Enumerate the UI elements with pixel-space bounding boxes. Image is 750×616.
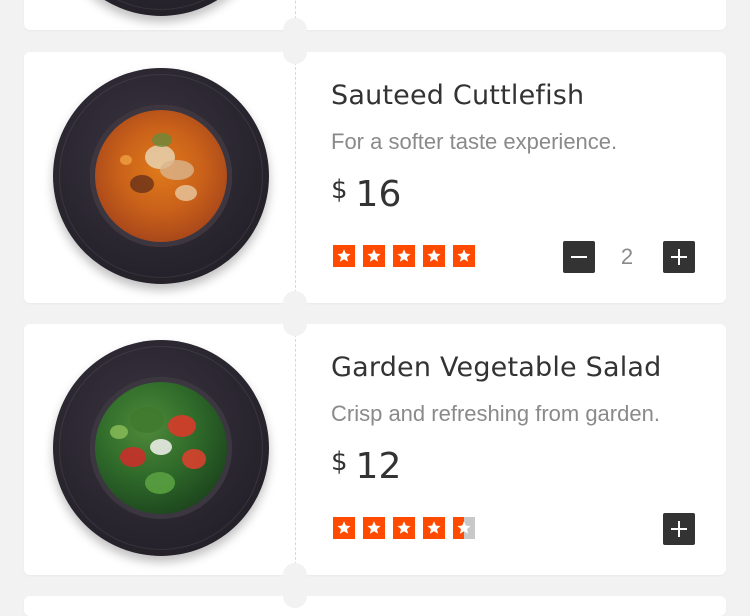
dish-image xyxy=(53,68,269,284)
star-icon xyxy=(393,517,415,539)
star-icon xyxy=(363,517,385,539)
add-to-cart-button[interactable] xyxy=(663,513,695,545)
dish-price: $16 xyxy=(331,174,401,215)
menu-item-card[interactable]: Garden Vegetable Salad Crisp and refresh… xyxy=(24,312,726,587)
dish-image xyxy=(53,340,269,556)
star-icon xyxy=(333,245,355,267)
card-notch xyxy=(283,18,307,42)
currency-symbol: $ xyxy=(331,447,348,477)
soup-bowl xyxy=(90,105,232,247)
minus-icon xyxy=(571,256,587,258)
star-icon xyxy=(333,517,355,539)
currency-symbol: $ xyxy=(331,175,348,205)
card-notch xyxy=(283,312,307,336)
star-icon xyxy=(453,245,475,267)
plus-icon xyxy=(671,521,687,537)
dish-image xyxy=(53,0,269,16)
star-icon xyxy=(453,517,475,539)
card-notch xyxy=(283,584,307,608)
menu-item-card[interactable]: Sauteed Cuttlefish For a softer taste ex… xyxy=(24,40,726,315)
increase-quantity-button[interactable] xyxy=(663,241,695,273)
plus-icon xyxy=(671,249,687,265)
star-icon xyxy=(423,245,445,267)
dish-description: For a softer taste experience. xyxy=(331,129,618,154)
star-icon xyxy=(363,245,385,267)
menu-item-card-previous xyxy=(24,0,726,42)
decrease-quantity-button[interactable] xyxy=(563,241,595,273)
card-notch xyxy=(283,40,307,64)
salad-bowl xyxy=(90,377,232,519)
price-amount: 16 xyxy=(355,174,402,215)
rating-stars xyxy=(333,245,475,267)
star-icon xyxy=(393,245,415,267)
star-icon xyxy=(423,517,445,539)
card-divider xyxy=(295,324,296,575)
dish-price: $12 xyxy=(331,446,401,487)
price-amount: 12 xyxy=(355,446,402,487)
dish-name: Sauteed Cuttlefish xyxy=(331,80,585,111)
dish-description: Crisp and refreshing from garden. xyxy=(331,401,660,426)
rating-stars xyxy=(333,517,475,539)
menu-item-card-next xyxy=(24,584,726,616)
dish-name: Garden Vegetable Salad xyxy=(331,352,662,383)
card-divider xyxy=(295,52,296,303)
quantity-value: 2 xyxy=(620,244,634,269)
